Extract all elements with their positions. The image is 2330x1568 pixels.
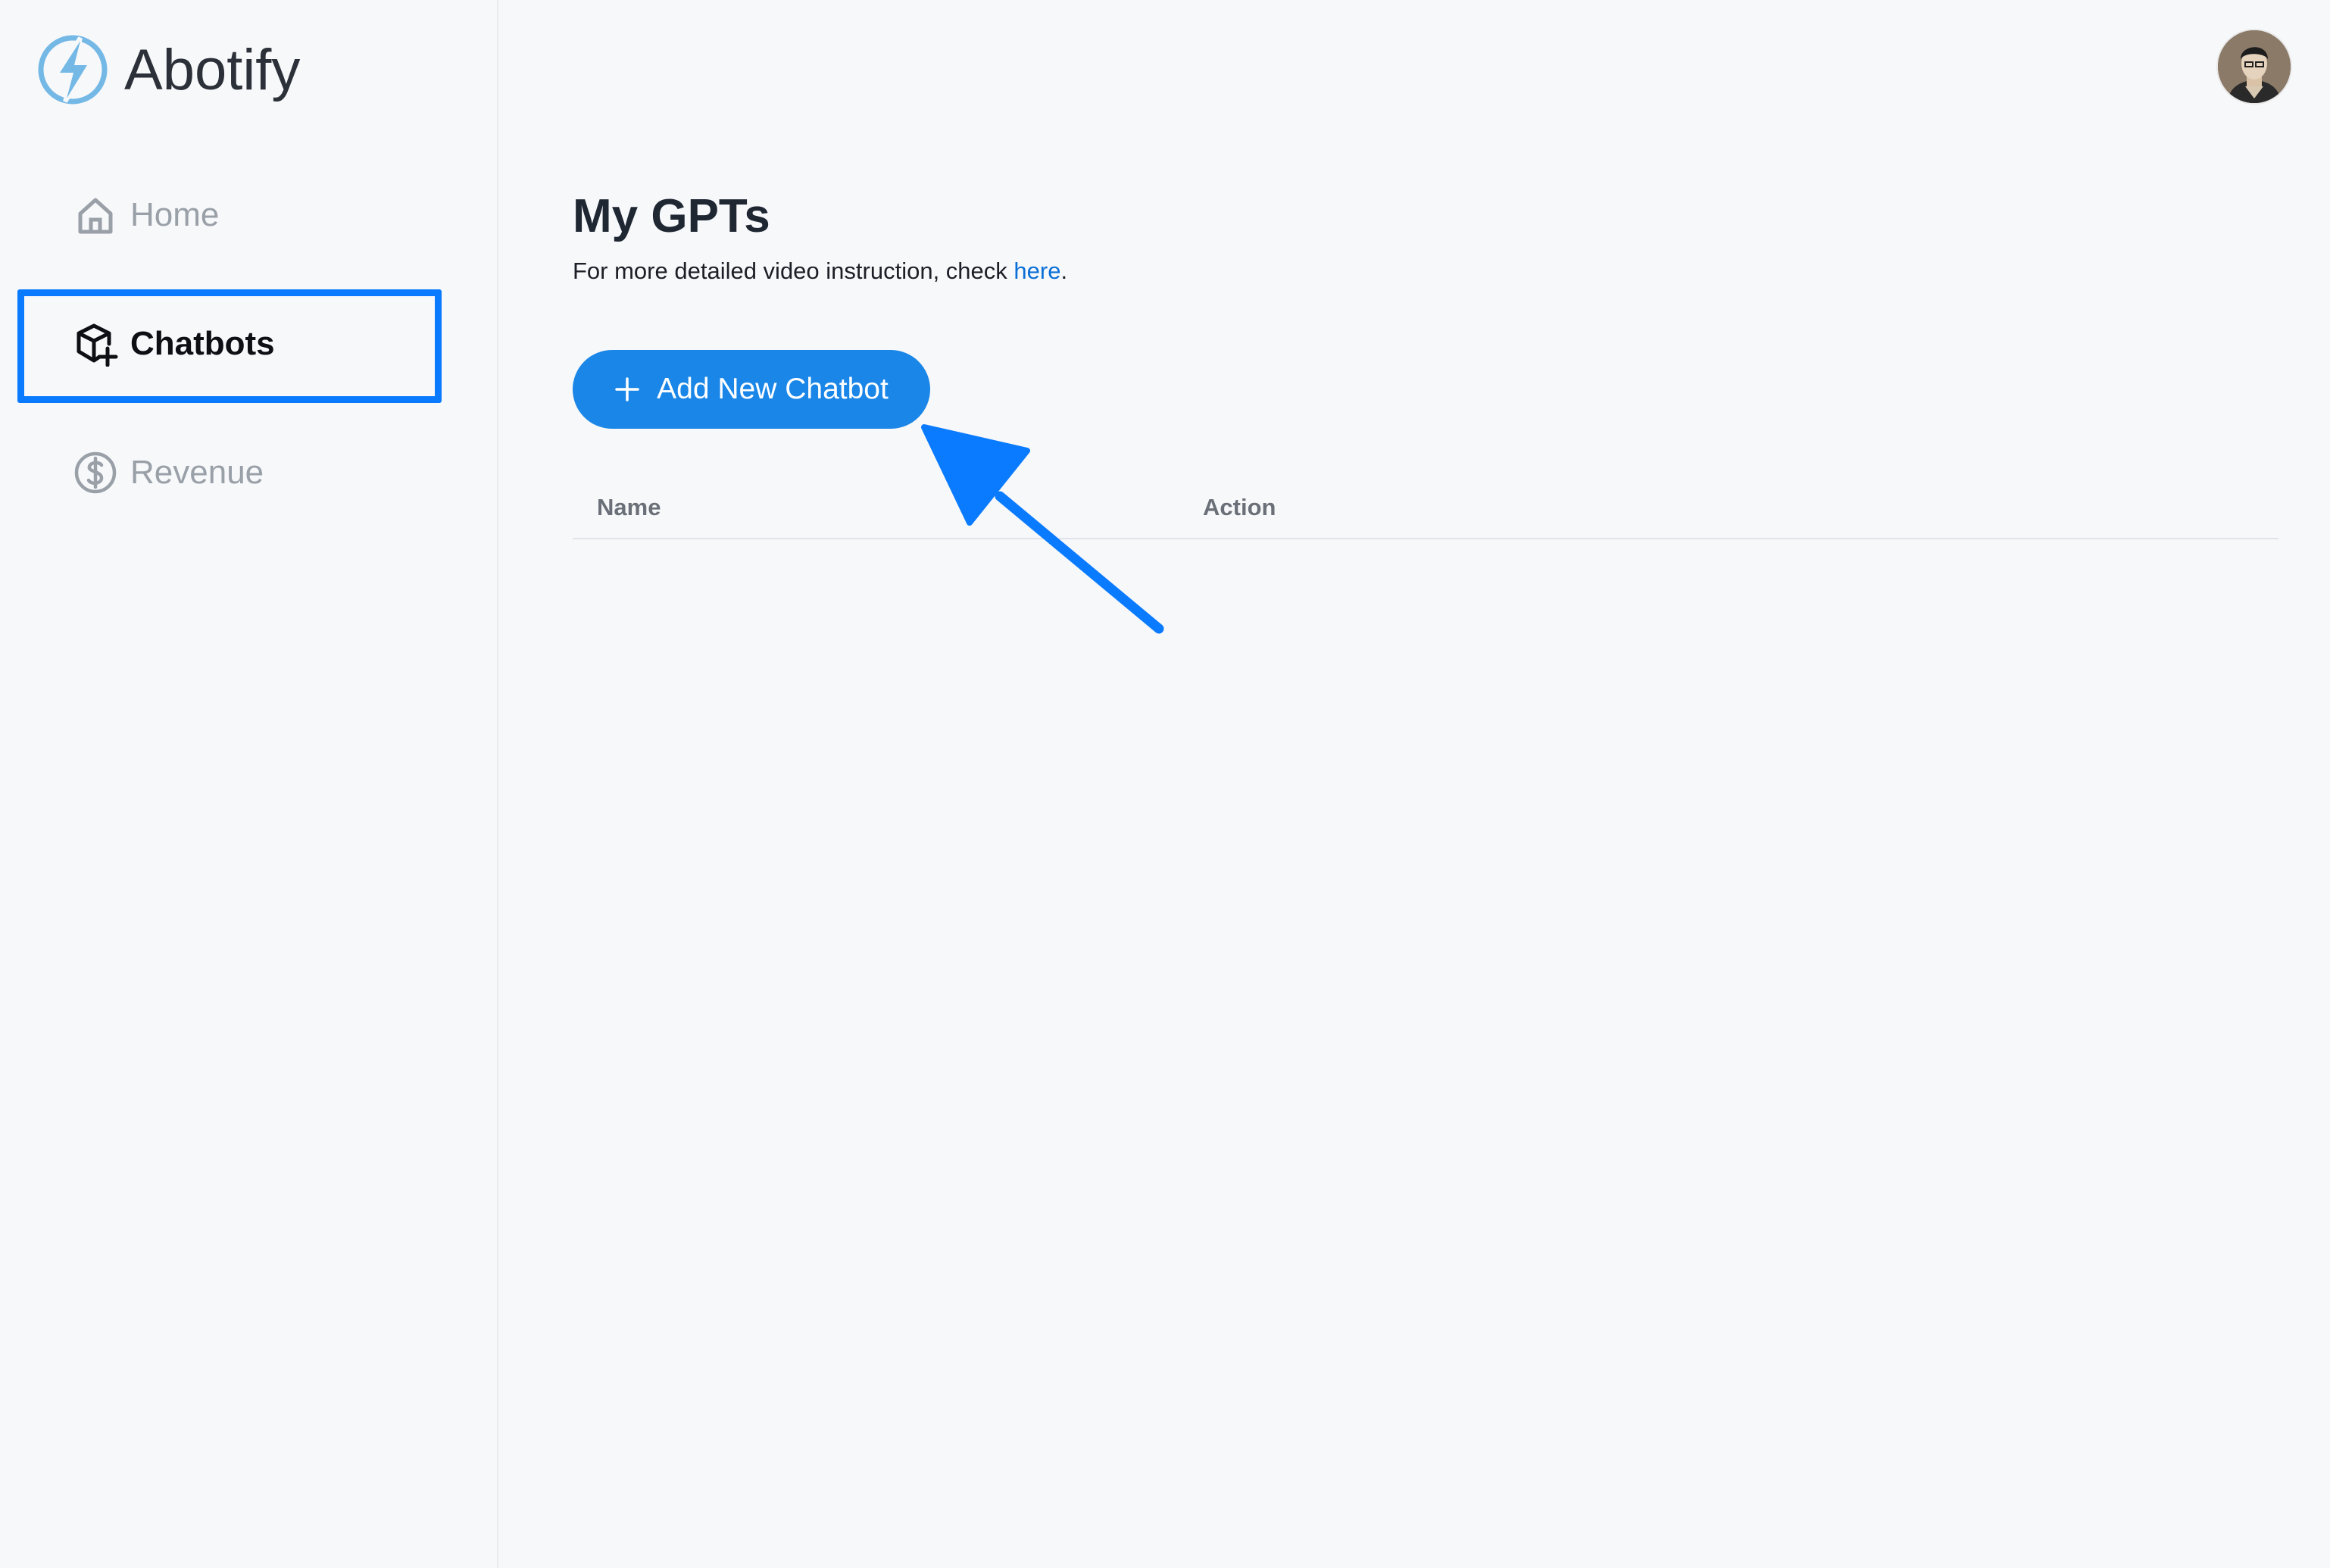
page-title: My GPTs [573, 190, 770, 242]
add-new-chatbot-label: Add New Chatbot [657, 373, 889, 405]
table-header: Name Action [573, 485, 2278, 539]
lightning-bolt-icon [38, 35, 108, 105]
sidebar-item-label: Revenue [130, 454, 264, 491]
user-avatar-icon [2218, 30, 2291, 103]
sidebar-item-home[interactable]: Home [73, 185, 219, 245]
column-header-name[interactable]: Name [597, 494, 661, 521]
instruction-link[interactable]: here [1014, 258, 1060, 284]
instruction-prefix: For more detailed video instruction, che… [573, 258, 1014, 284]
column-header-action[interactable]: Action [1203, 494, 1276, 521]
home-icon [78, 198, 113, 234]
dollar-circle-icon [74, 451, 117, 494]
instruction-text: For more detailed video instruction, che… [573, 258, 1067, 285]
app-name: Abotify [124, 37, 301, 102]
pointer-arrow-icon [921, 424, 1164, 634]
add-new-chatbot-button[interactable]: Add New Chatbot [573, 350, 930, 429]
avatar[interactable] [2218, 30, 2291, 103]
app-logo[interactable]: Abotify [35, 32, 300, 108]
instruction-suffix: . [1060, 258, 1068, 284]
sidebar: Abotify Home Chatbots Revenue [0, 0, 498, 1568]
sidebar-item-revenue[interactable]: Revenue [73, 442, 264, 503]
plus-icon [615, 377, 639, 401]
chatbots-highlight-annotation [17, 289, 442, 403]
sidebar-item-label: Home [130, 196, 220, 233]
